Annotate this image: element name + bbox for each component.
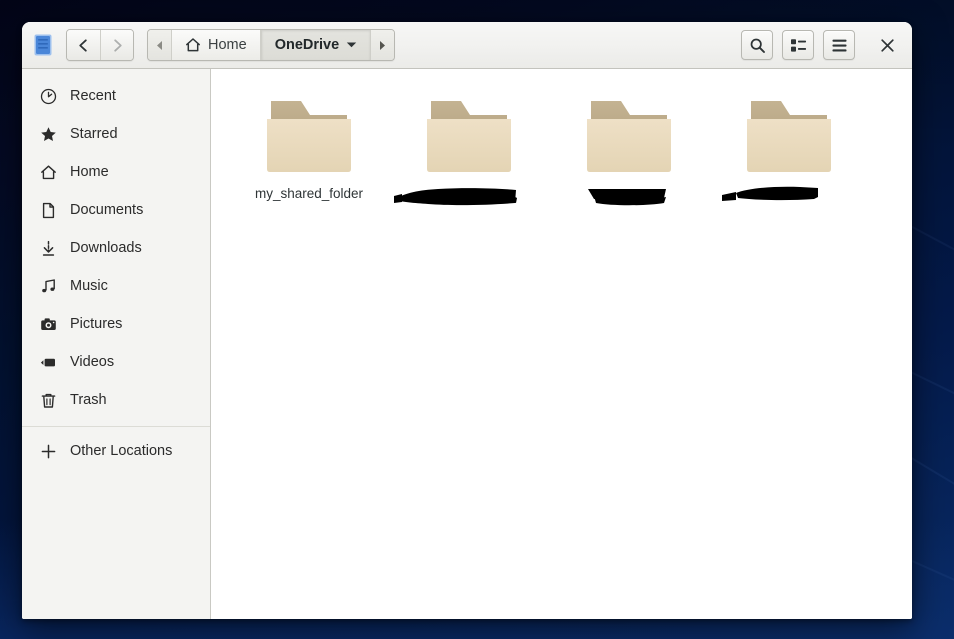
- sidebar-item-label: Pictures: [70, 316, 122, 332]
- redaction-scribble-icon: [394, 183, 544, 209]
- folder-icon: [585, 91, 673, 177]
- sidebar-item-label: Home: [70, 164, 109, 180]
- window-body: Recent Starred: [22, 69, 912, 619]
- triangle-left-icon: [155, 40, 164, 51]
- sidebar-item-label: Trash: [70, 392, 107, 408]
- clock-icon: [40, 88, 57, 105]
- file-item[interactable]: [549, 85, 709, 209]
- folder-icon: [265, 91, 353, 177]
- sidebar-item-label: Videos: [70, 354, 114, 370]
- desktop-background: Home OneDrive: [0, 0, 954, 639]
- file-item-label: my_shared_folder: [255, 186, 363, 203]
- close-icon: [880, 38, 895, 53]
- file-item[interactable]: [389, 85, 549, 209]
- sidebar-item-label: Recent: [70, 88, 116, 104]
- sidebar-separator: [22, 426, 210, 427]
- breadcrumb-item-label: OneDrive: [275, 37, 339, 53]
- breadcrumb-item-label: Home: [208, 37, 247, 53]
- folder-icon: [425, 91, 513, 177]
- redacted-file-label: [394, 183, 544, 209]
- home-icon: [40, 164, 57, 181]
- sidebar-item-label: Documents: [70, 202, 143, 218]
- sidebar-item-music[interactable]: Music: [22, 267, 210, 305]
- forward-button[interactable]: [100, 30, 133, 60]
- star-icon: [40, 126, 57, 143]
- sidebar-item-documents[interactable]: Documents: [22, 191, 210, 229]
- breadcrumb: Home OneDrive: [147, 29, 395, 61]
- camera-icon: [40, 316, 57, 333]
- file-list-view[interactable]: my_shared_folder: [211, 69, 912, 619]
- download-icon: [40, 240, 57, 257]
- search-button[interactable]: [741, 30, 773, 60]
- sidebar-item-recent[interactable]: Recent: [22, 77, 210, 115]
- sidebar-item-downloads[interactable]: Downloads: [22, 229, 210, 267]
- files-app-icon: [34, 34, 52, 56]
- hamburger-menu-icon: [831, 38, 848, 53]
- view-toggle-button[interactable]: [782, 30, 814, 60]
- main-menu-button[interactable]: [823, 30, 855, 60]
- sidebar-item-videos[interactable]: Videos: [22, 343, 210, 381]
- sidebar-item-label: Other Locations: [70, 443, 172, 459]
- sidebar-item-other-locations[interactable]: Other Locations: [22, 432, 210, 470]
- sidebar-item-label: Music: [70, 278, 108, 294]
- breadcrumb-item-onedrive[interactable]: OneDrive: [261, 30, 371, 60]
- home-icon: [185, 37, 201, 53]
- list-view-icon: [790, 38, 807, 53]
- redaction-scribble-icon: [714, 183, 864, 209]
- breadcrumb-scroll-left[interactable]: [148, 30, 171, 60]
- trash-icon: [40, 392, 57, 409]
- redacted-file-label: [714, 183, 864, 209]
- triangle-right-icon: [378, 40, 387, 51]
- breadcrumb-scroll-right[interactable]: [371, 30, 394, 60]
- navigation-buttons: [66, 29, 134, 61]
- chevron-left-icon: [76, 38, 91, 53]
- video-camera-icon: [40, 354, 57, 371]
- sidebar-item-label: Downloads: [70, 240, 142, 256]
- plus-icon: [40, 443, 57, 460]
- sidebar-item-label: Starred: [70, 126, 118, 142]
- close-window-button[interactable]: [872, 30, 902, 60]
- search-icon: [749, 37, 766, 54]
- sidebar-item-home[interactable]: Home: [22, 153, 210, 191]
- chevron-right-icon: [110, 38, 125, 53]
- redaction-scribble-icon: [554, 183, 704, 209]
- music-note-icon: [40, 278, 57, 295]
- sidebar: Recent Starred: [22, 69, 211, 619]
- file-item[interactable]: [709, 85, 869, 209]
- document-icon: [40, 202, 57, 219]
- window-headerbar: Home OneDrive: [22, 22, 912, 69]
- chevron-down-icon: [346, 41, 357, 49]
- back-button[interactable]: [67, 30, 100, 60]
- folder-icon: [745, 91, 833, 177]
- sidebar-item-trash[interactable]: Trash: [22, 381, 210, 419]
- sidebar-item-pictures[interactable]: Pictures: [22, 305, 210, 343]
- breadcrumb-item-home[interactable]: Home: [171, 30, 261, 60]
- file-manager-window: Home OneDrive: [22, 22, 912, 619]
- icon-grid: my_shared_folder: [211, 85, 912, 209]
- redacted-file-label: [554, 183, 704, 209]
- sidebar-item-starred[interactable]: Starred: [22, 115, 210, 153]
- headerbar-actions: [741, 30, 902, 60]
- file-item[interactable]: my_shared_folder: [229, 85, 389, 209]
